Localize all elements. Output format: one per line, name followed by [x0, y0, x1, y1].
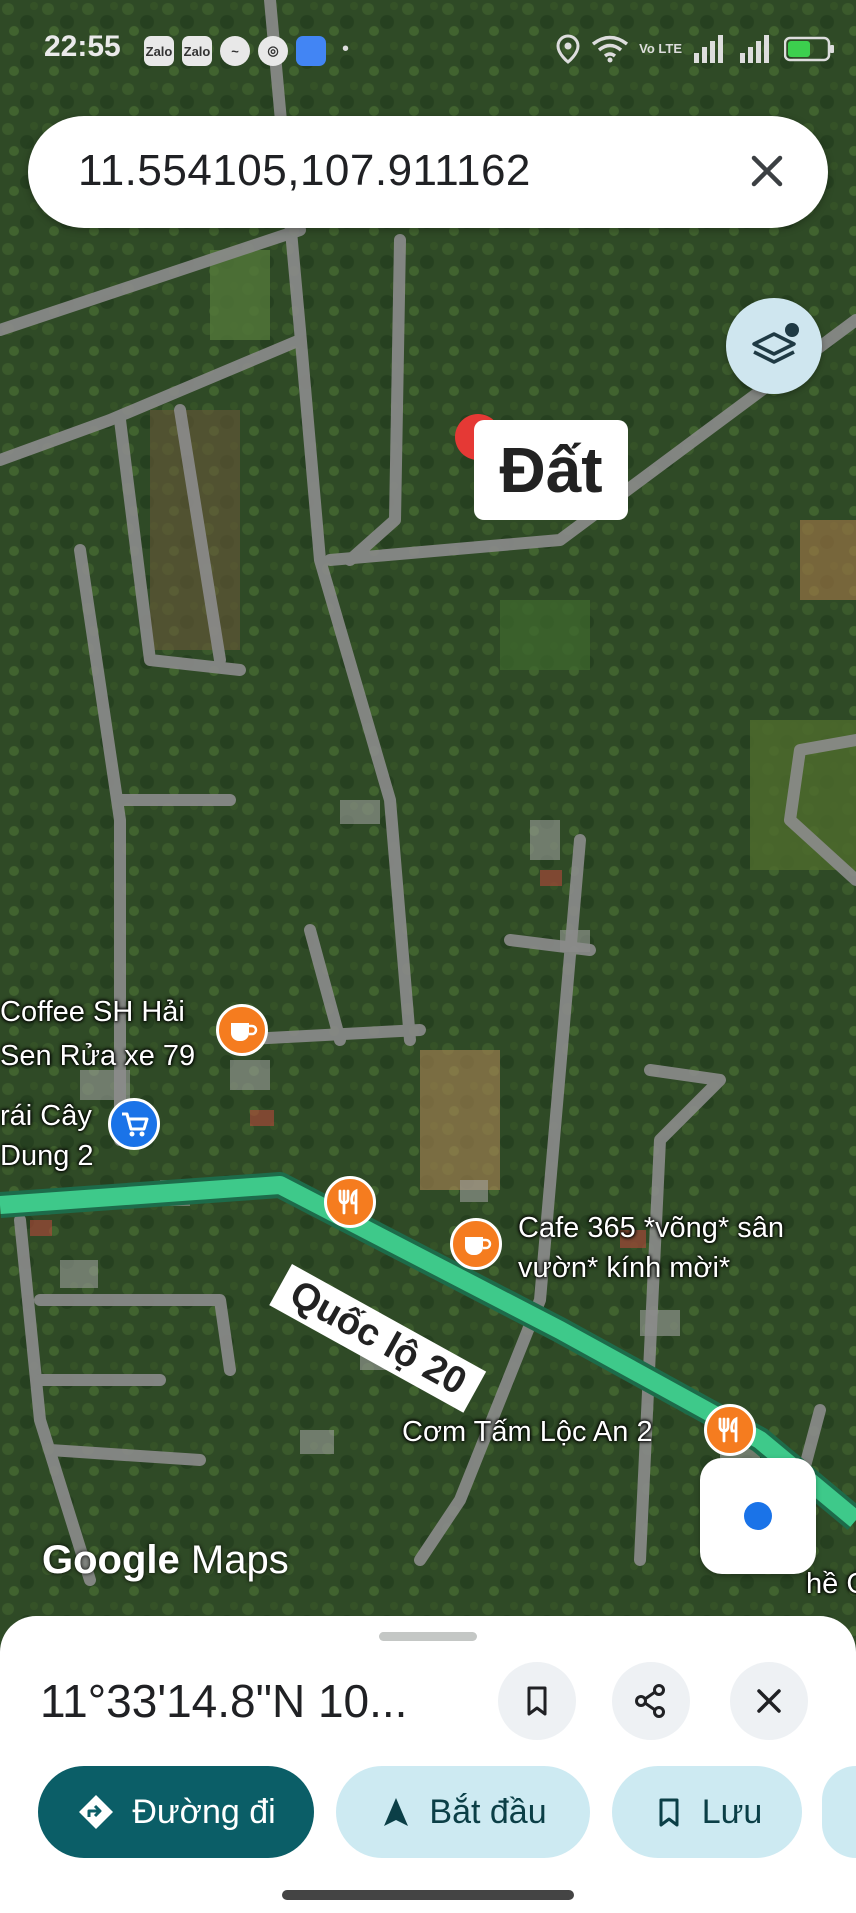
zalo-icon: Zalo: [144, 36, 174, 66]
directions-label: Đường đi: [132, 1792, 276, 1831]
cafe-icon[interactable]: [216, 1004, 268, 1056]
cafe-icon[interactable]: [450, 1218, 502, 1270]
shopping-cart-icon[interactable]: [108, 1098, 160, 1150]
my-location-button[interactable]: [700, 1458, 816, 1574]
search-query[interactable]: 11.554105,107.911162: [78, 146, 531, 196]
zalo-icon: Zalo: [182, 36, 212, 66]
start-button[interactable]: Bắt đầu: [336, 1766, 590, 1858]
poi-label[interactable]: Dung 2: [0, 1140, 94, 1173]
layers-button[interactable]: [726, 298, 822, 394]
messenger-icon: ~: [220, 36, 250, 66]
directions-icon: [79, 1795, 114, 1829]
poi-label[interactable]: Coffee SH Hải: [0, 996, 185, 1029]
poi-label[interactable]: vườn* kính mời*: [518, 1252, 730, 1285]
system-icons: Vo LTE: [555, 34, 836, 64]
sheet-drag-handle[interactable]: [379, 1632, 477, 1641]
status-time: 22:55: [44, 30, 121, 63]
start-label: Bắt đầu: [429, 1792, 547, 1831]
bookmark-icon: [527, 1686, 547, 1716]
poi-label[interactable]: Cơm Tấm Lộc An 2: [402, 1416, 653, 1449]
battery-icon: [784, 36, 834, 62]
maps-word: Maps: [190, 1538, 289, 1582]
navigation-arrow-icon: [384, 1798, 409, 1826]
share-icon: [635, 1684, 665, 1718]
bookmark-icon: [659, 1798, 679, 1827]
poi-label[interactable]: Cafe 365 *võng* sân: [518, 1212, 784, 1245]
save-icon-button[interactable]: [498, 1662, 576, 1740]
close-icon[interactable]: [742, 146, 792, 196]
volte-label: Vo LTE: [639, 41, 682, 56]
place-title: 11°33'14.8"N 10...: [40, 1675, 408, 1727]
my-location-icon: [744, 1502, 772, 1530]
gesture-navigation-bar[interactable]: [282, 1890, 574, 1900]
google-word: Google: [42, 1538, 180, 1582]
chrome-icon: ◎: [258, 36, 288, 66]
wifi-icon: [592, 35, 629, 63]
signal-icon: [694, 35, 723, 63]
directions-button[interactable]: Đường đi: [38, 1766, 314, 1858]
status-bar: 22:55 Zalo Zalo ~ ◎ • Vo LTE: [0, 0, 856, 100]
more-actions-button[interactable]: [822, 1766, 856, 1858]
poi-label[interactable]: hề G: [806, 1568, 856, 1601]
restaurant-icon[interactable]: [704, 1404, 756, 1456]
google-maps-watermark: Google Maps: [42, 1538, 289, 1583]
poi-label[interactable]: Sen Rửa xe 79: [0, 1040, 195, 1073]
share-button[interactable]: [612, 1662, 690, 1740]
save-label: Lưu: [701, 1792, 763, 1831]
app-icon: [296, 36, 326, 66]
location-icon: [556, 34, 580, 64]
layers-icon: [752, 323, 799, 364]
save-button[interactable]: Lưu: [612, 1766, 802, 1858]
restaurant-icon[interactable]: [324, 1176, 376, 1228]
search-bar[interactable]: 11.554105,107.911162: [28, 116, 828, 228]
marker-label: Đất: [474, 420, 628, 520]
signal-icon: [740, 35, 769, 63]
close-sheet-button[interactable]: [730, 1662, 808, 1740]
close-icon: [757, 1689, 781, 1713]
poi-label[interactable]: rái Cây: [0, 1100, 92, 1133]
more-notifications-icon: •: [342, 38, 350, 60]
place-bottom-sheet[interactable]: 11°33'14.8"N 10... Đường đi Bắt đầu Lưu: [0, 1616, 856, 1913]
